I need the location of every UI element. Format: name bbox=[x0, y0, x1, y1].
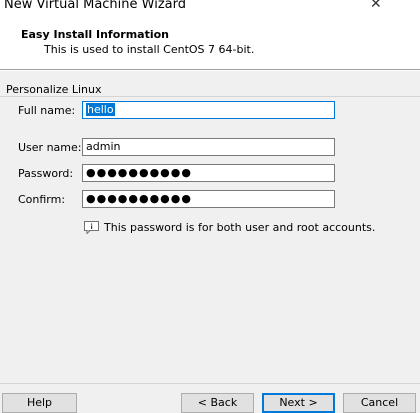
user-name-value: admin bbox=[86, 140, 121, 153]
page-subtitle: This is used to install CentOS 7 64-bit. bbox=[44, 43, 255, 56]
full-name-field[interactable]: hello bbox=[82, 101, 335, 119]
confirm-field[interactable]: ●●●●●●●●●● bbox=[82, 190, 335, 208]
full-name-value: hello bbox=[86, 103, 115, 116]
confirm-label: Confirm: bbox=[18, 193, 66, 206]
cancel-button[interactable]: Cancel bbox=[343, 393, 416, 413]
footer-divider bbox=[0, 383, 420, 384]
info-note: This password is for both user and root … bbox=[84, 221, 375, 234]
password-mask: ●●●●●●●●●● bbox=[86, 166, 192, 179]
wizard-header: Easy Install Information This is used to… bbox=[0, 16, 420, 69]
window-title: New Virtual Machine Wizard bbox=[4, 0, 186, 12]
section-divider bbox=[0, 96, 420, 97]
full-name-label: Full name: bbox=[18, 104, 76, 117]
info-text: This password is for both user and root … bbox=[104, 221, 376, 234]
back-button[interactable]: < Back bbox=[181, 393, 254, 413]
user-name-field[interactable]: admin bbox=[82, 138, 335, 156]
user-name-label: User name: bbox=[18, 141, 82, 154]
title-bar: New Virtual Machine Wizard ✕ bbox=[0, 0, 420, 16]
section-label: Personalize Linux bbox=[6, 83, 102, 96]
next-button[interactable]: Next > bbox=[262, 393, 335, 413]
help-button[interactable]: Help bbox=[2, 393, 77, 413]
header-divider-highlight bbox=[0, 70, 420, 71]
password-label: Password: bbox=[18, 167, 74, 180]
confirm-mask: ●●●●●●●●●● bbox=[86, 192, 192, 205]
info-icon bbox=[84, 221, 99, 234]
password-field[interactable]: ●●●●●●●●●● bbox=[82, 164, 335, 182]
close-icon[interactable]: ✕ bbox=[370, 0, 382, 12]
page-title: Easy Install Information bbox=[21, 28, 170, 41]
